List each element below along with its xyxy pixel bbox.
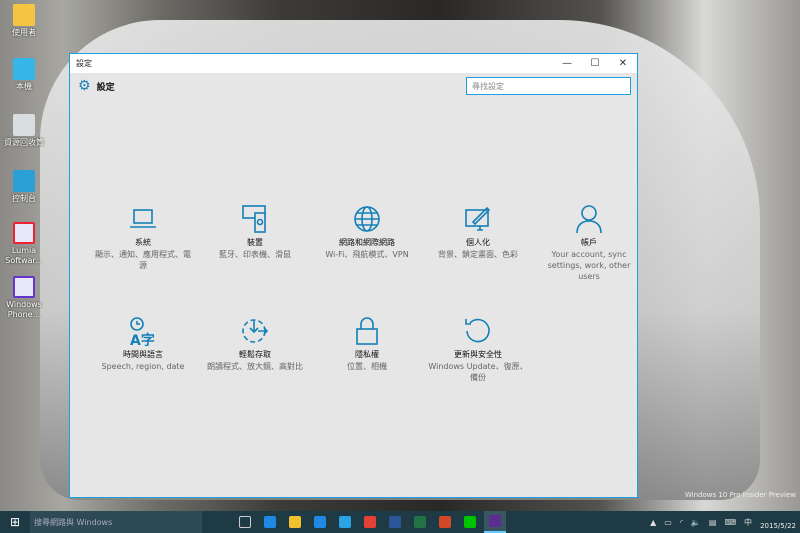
minimize-button[interactable]: —	[553, 58, 581, 69]
ime-indicator[interactable]: 中	[744, 517, 752, 528]
tile-description: 位置、相機	[347, 362, 387, 371]
taskbar-search-input[interactable]: 搜尋網路與 Windows	[30, 511, 202, 533]
update-icon	[428, 316, 528, 346]
taskbar-app-word[interactable]	[384, 511, 406, 533]
person-icon	[539, 204, 639, 234]
laptop-icon	[93, 204, 193, 234]
settings-tile[interactable]: 個人化背景、鎖定畫面、色彩	[428, 204, 528, 260]
clock-date[interactable]: 2015/5/22	[760, 522, 796, 530]
settings-tile[interactable]: 裝置藍牙、印表機、滑鼠	[205, 204, 305, 260]
taskbar-app-file-explorer[interactable]	[284, 511, 306, 533]
taskbar-app-excel[interactable]	[409, 511, 431, 533]
desktop-icon-label: Lumia Softwar...	[5, 246, 43, 265]
desktop-icon-label: 使用者	[12, 28, 36, 37]
monitor-icon	[13, 58, 35, 80]
volume-icon[interactable]: 🔈	[691, 518, 701, 527]
powerpoint-icon	[438, 516, 451, 528]
maximize-button[interactable]: ☐	[581, 58, 609, 69]
settings-tile[interactable]: 更新與安全性 Windows Update、復原、備份	[428, 316, 528, 383]
line-icon	[463, 516, 476, 528]
taskbar-app-internet-explorer[interactable]	[334, 511, 356, 533]
chrome-icon	[363, 516, 376, 528]
tile-name: 更新與安全性	[454, 350, 502, 359]
devices-icon	[205, 204, 305, 234]
window-title: 設定	[76, 59, 92, 68]
task-view-icon	[238, 516, 251, 528]
internet-explorer-edge-icon	[263, 516, 276, 528]
store-icon	[313, 516, 326, 528]
settings-tile[interactable]: 輕鬆存取朗讀程式、放大鏡、高對比	[205, 316, 305, 372]
tile-name: 個人化	[466, 238, 490, 247]
page-title: 設定	[96, 82, 115, 93]
svg-text:A字: A字	[130, 332, 155, 346]
action-center-icon[interactable]: ▤	[709, 518, 717, 527]
desktop-icon-label: 控制台	[12, 194, 36, 203]
desktop-icon-label: Windows Phone...	[6, 300, 42, 319]
tile-description: Speech, region, date	[101, 362, 185, 371]
settings-tile[interactable]: 隱私權 位置、相機	[317, 316, 417, 372]
tile-description: 朗讀程式、放大鏡、高對比	[207, 362, 303, 371]
time-language-icon: A字	[93, 316, 193, 346]
desktop-icon-recycle-bin[interactable]: 資源回收筒	[2, 114, 46, 148]
tile-name: 裝置	[247, 238, 263, 247]
word-icon	[388, 516, 401, 528]
desktop-icon-windows-phone[interactable]: Windows Phone...	[2, 276, 46, 320]
show-hidden-icons-icon[interactable]: ▲	[650, 518, 656, 527]
ease-of-access-icon	[205, 316, 305, 346]
build-watermark: Windows 10 Pro Insider Preview	[684, 491, 796, 499]
taskbar-app-chrome[interactable]	[359, 511, 381, 533]
tile-description: Your account, sync settings, work, other…	[547, 250, 631, 281]
keyboard-icon[interactable]: ⌨	[724, 518, 736, 527]
tile-description: Windows Update、復原、備份	[428, 362, 528, 382]
windows-phone-icon	[13, 276, 35, 298]
tile-description: Wi-Fi、飛航模式、VPN	[325, 250, 409, 259]
lock-icon	[317, 316, 417, 346]
taskbar: ⊞ 搜尋網路與 Windows ▲ ▭ ◜ 🔈 ▤ ⌨ 中	[0, 511, 800, 533]
desktop-icon-this-pc[interactable]: 本機	[2, 58, 46, 92]
file-explorer-icon	[288, 516, 301, 528]
settings-tile[interactable]: 系統顯示、通知、應用程式、電源	[93, 204, 193, 271]
tile-name: 網路和網際網路	[339, 238, 395, 247]
control-panel-icon	[13, 170, 35, 192]
desktop-icon-label: 本機	[16, 82, 32, 91]
settings-window: 設定 — ☐ ✕ ⚙ 設定 尋找設定 系統 顯示、通知、應用程式、電源 裝置 藍牙、印…	[69, 53, 638, 498]
recycle-bin-icon	[13, 114, 35, 136]
taskbar-app-internet-explorer-edge[interactable]	[259, 511, 281, 533]
taskbar-app-powerpoint[interactable]	[434, 511, 456, 533]
settings-tile[interactable]: 帳戶 Your account, sync settings, work, oth…	[539, 204, 639, 282]
tile-description: 顯示、通知、應用程式、電源	[95, 250, 191, 270]
desktop-icon-label: 資源回收筒	[4, 138, 44, 147]
start-button[interactable]: ⊞	[0, 515, 30, 529]
tile-description: 藍牙、印表機、滑鼠	[219, 250, 291, 259]
settings-tile[interactable]: A字時間與語言 Speech, region, date	[93, 316, 193, 372]
paint-icon	[428, 204, 528, 234]
settings-icon	[488, 515, 501, 527]
tile-name: 系統	[135, 238, 151, 247]
user-folder-icon	[13, 4, 35, 26]
tile-description: 背景、鎖定畫面、色彩	[438, 250, 518, 259]
wifi-icon[interactable]: ◜	[680, 518, 683, 527]
taskbar-app-task-view[interactable]	[234, 511, 256, 533]
taskbar-app-line[interactable]	[459, 511, 481, 533]
search-input[interactable]: 尋找設定	[466, 77, 631, 95]
tile-name: 輕鬆存取	[239, 350, 271, 359]
desktop-icon-lumia[interactable]: Lumia Softwar...	[2, 222, 46, 266]
desktop-icon-control-panel[interactable]: 控制台	[2, 170, 46, 204]
taskbar-app-store[interactable]	[309, 511, 331, 533]
excel-icon	[413, 516, 426, 528]
gear-icon: ⚙	[78, 78, 91, 94]
desktop-icon-user[interactable]: 使用者	[2, 4, 46, 38]
globe-icon	[317, 204, 417, 234]
tile-name: 隱私權	[355, 350, 379, 359]
tile-name: 時間與語言	[123, 350, 163, 359]
lumia-software-icon	[13, 222, 35, 244]
internet-explorer-icon	[338, 516, 351, 528]
settings-tile[interactable]: 網路和網際網路 Wi-Fi、飛航模式、VPN	[317, 204, 417, 260]
taskbar-app-settings[interactable]	[483, 511, 506, 533]
tile-name: 帳戶	[581, 238, 597, 247]
close-button[interactable]: ✕	[609, 58, 637, 69]
title-bar[interactable]: 設定 — ☐ ✕	[70, 54, 637, 73]
windows-logo-icon: ⊞	[9, 515, 21, 529]
battery-icon[interactable]: ▭	[664, 518, 672, 527]
